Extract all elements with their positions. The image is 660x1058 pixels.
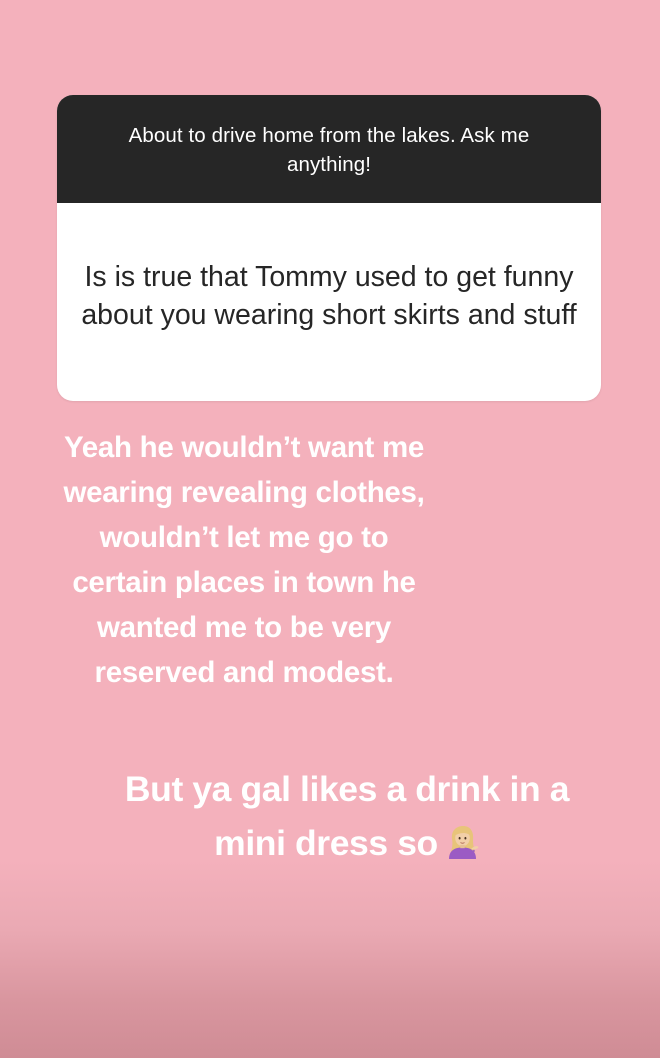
question-sticker[interactable]: About to drive home from the lakes. Ask … — [57, 95, 601, 401]
followup-line: But ya gal likes a drink in a — [124, 769, 570, 809]
followup-line: mini dress so — [90, 816, 604, 870]
answer-text: Yeah he wouldn’t want me wearing reveali… — [20, 425, 468, 695]
question-sticker-prompt: About to drive home from the lakes. Ask … — [128, 124, 530, 176]
answer-line: wearing revealing clothes, — [63, 476, 425, 509]
followup-line-text: mini dress so — [214, 823, 438, 863]
question-text: Is is true that Tommy used to get funny … — [81, 261, 577, 331]
answer-line: wanted me to be very — [96, 611, 391, 644]
answer-line: Yeah he wouldn’t want me — [64, 431, 424, 464]
answer-line: certain places in town he — [72, 566, 416, 599]
answer-line: wouldn’t let me go to — [99, 521, 389, 554]
followup-text: But ya gal likes a drink in a mini dress… — [90, 762, 604, 870]
question-sticker-header: About to drive home from the lakes. Ask … — [57, 95, 601, 203]
answer-line: reserved and modest. — [94, 656, 394, 689]
question-sticker-body: Is is true that Tommy used to get funny … — [57, 203, 601, 401]
woman-tipping-hand-icon — [444, 823, 480, 859]
